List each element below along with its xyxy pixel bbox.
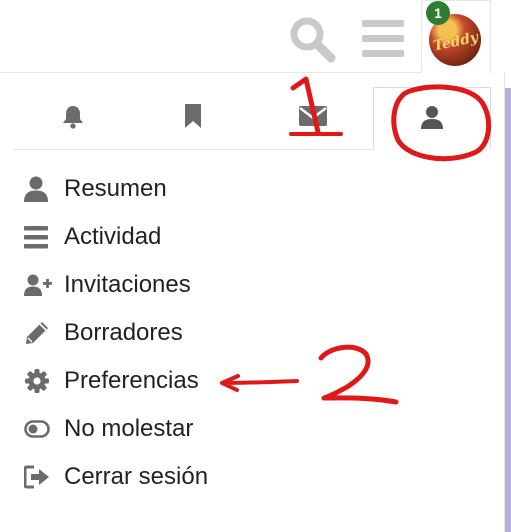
annotation-circle — [391, 84, 492, 162]
annotation-number-one — [290, 76, 321, 135]
annotation-arrow — [220, 374, 299, 392]
annotation-layer — [220, 76, 492, 405]
annotation-number-two — [318, 344, 399, 405]
